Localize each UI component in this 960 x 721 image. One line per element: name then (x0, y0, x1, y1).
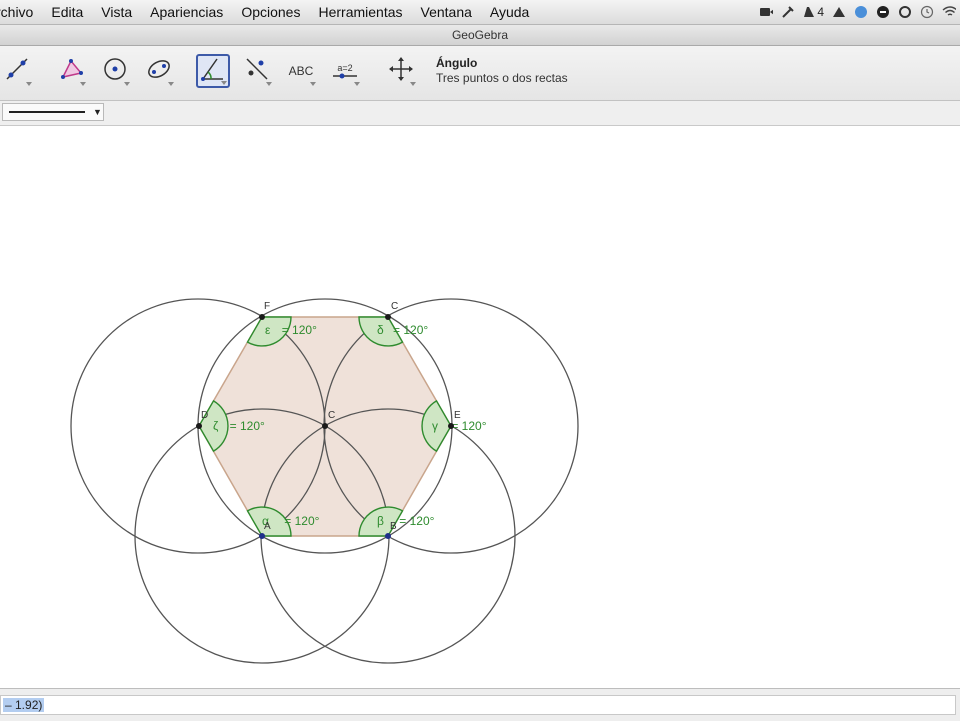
menu-archivo[interactable]: rchivo (0, 4, 42, 20)
menu-ventana[interactable]: Ventana (412, 4, 481, 20)
angle-value: = 120° (393, 323, 428, 337)
input-bar: – 1.92) (0, 688, 960, 721)
angle-label-epsilon[interactable]: ε = 120° (265, 323, 317, 337)
point-label-b: B (390, 521, 397, 532)
tool-reflect[interactable] (240, 54, 274, 88)
tools-icon[interactable] (781, 5, 795, 19)
menu-edita[interactable]: Edita (42, 4, 92, 20)
construction-canvas[interactable]: ε = 120° δ = 120° ζ = 120° γ = 120° α = … (0, 126, 960, 688)
tool-menu-arrow[interactable] (310, 82, 316, 86)
toolbar: ABC a=2 Ángulo Tres puntos o dos rectas (0, 46, 960, 101)
point-f[interactable] (259, 314, 265, 320)
angle-symbol: ζ (213, 419, 219, 433)
menu-vista[interactable]: Vista (92, 4, 141, 20)
point-a[interactable] (259, 533, 265, 539)
tool-line[interactable] (0, 54, 34, 88)
tool-menu-arrow[interactable] (221, 81, 227, 85)
tool-menu-arrow[interactable] (80, 82, 86, 86)
angle-label-beta[interactable]: β = 120° (377, 514, 435, 528)
tool-menu-arrow[interactable] (124, 82, 130, 86)
point-label-e: E (454, 410, 461, 421)
angle-value: = 120° (230, 419, 265, 433)
tool-polygon[interactable] (54, 54, 88, 88)
wifi-icon[interactable] (942, 5, 956, 19)
menu-herramientas[interactable]: Herramientas (309, 4, 411, 20)
angle-value: = 120° (399, 514, 434, 528)
style-bar: ▼ (0, 101, 960, 126)
tool-menu-arrow[interactable] (354, 82, 360, 86)
tool-menu-arrow[interactable] (168, 82, 174, 86)
menu-ayuda[interactable]: Ayuda (481, 4, 538, 20)
angle-label-gamma[interactable]: γ = 120° (432, 419, 487, 433)
point-c-top[interactable] (385, 314, 391, 320)
point-label-c-center: C (328, 410, 335, 421)
angle-label-zeta[interactable]: ζ = 120° (213, 419, 265, 433)
tool-help-name: Ángulo (436, 56, 478, 70)
tool-move-view[interactable] (384, 54, 418, 88)
point-label-f: F (264, 301, 270, 312)
angle-symbol: ε (265, 323, 271, 337)
point-b[interactable] (385, 533, 391, 539)
chevron-down-icon: ▼ (93, 107, 102, 117)
angle-symbol: β (377, 514, 384, 528)
menu-opciones[interactable]: Opciones (232, 4, 309, 20)
status-count: 4 (817, 5, 824, 19)
tool-help-description: Tres puntos o dos rectas (436, 71, 568, 85)
record-icon[interactable] (876, 5, 890, 19)
angle-value: = 120° (282, 323, 317, 337)
angle-value: = 120° (451, 419, 486, 433)
point-label-c-top: C (391, 301, 398, 312)
angle-label-delta[interactable]: δ = 120° (377, 323, 428, 337)
menu-apariencias[interactable]: Apariencias (141, 4, 232, 20)
tool-slider[interactable]: a=2 (328, 54, 362, 88)
tool-ellipse[interactable] (142, 54, 176, 88)
input-selected-text: – 1.92) (3, 698, 45, 712)
window-title: GeoGebra (0, 25, 960, 46)
refresh-icon[interactable] (898, 5, 912, 19)
sync-icon[interactable] (854, 5, 868, 19)
tool-text[interactable]: ABC (284, 54, 318, 88)
drive-icon[interactable] (832, 5, 846, 19)
slider-icon: a=2 (332, 63, 358, 79)
point-label-a: A (264, 521, 271, 532)
adobe-icon[interactable]: 4 (803, 5, 824, 19)
line-style-sample (9, 111, 85, 113)
point-label-d: D (201, 410, 208, 421)
angle-symbol: δ (377, 323, 384, 337)
input-field[interactable]: – 1.92) (0, 695, 956, 715)
point-e[interactable] (448, 423, 454, 429)
point-d[interactable] (196, 423, 202, 429)
graphics-view[interactable]: ε = 120° δ = 120° ζ = 120° γ = 120° α = … (0, 126, 960, 688)
text-icon: ABC (288, 64, 314, 78)
line-style-dropdown[interactable]: ▼ (2, 103, 104, 121)
video-icon[interactable] (759, 5, 774, 19)
tool-menu-arrow[interactable] (410, 82, 416, 86)
tool-angle[interactable] (196, 54, 230, 88)
tool-menu-arrow[interactable] (266, 82, 272, 86)
tool-circle[interactable] (98, 54, 132, 88)
point-c-center[interactable] (322, 423, 328, 429)
tool-help: Ángulo Tres puntos o dos rectas (436, 56, 568, 85)
angle-symbol: γ (432, 419, 438, 433)
status-area: 4 (759, 0, 956, 24)
time-machine-icon[interactable] (920, 5, 934, 19)
angle-value: = 120° (284, 514, 319, 528)
slider-label: a=2 (337, 63, 353, 73)
tool-menu-arrow[interactable] (26, 82, 32, 86)
menu-bar: rchivo Edita Vista Apariencias Opciones … (0, 0, 960, 25)
